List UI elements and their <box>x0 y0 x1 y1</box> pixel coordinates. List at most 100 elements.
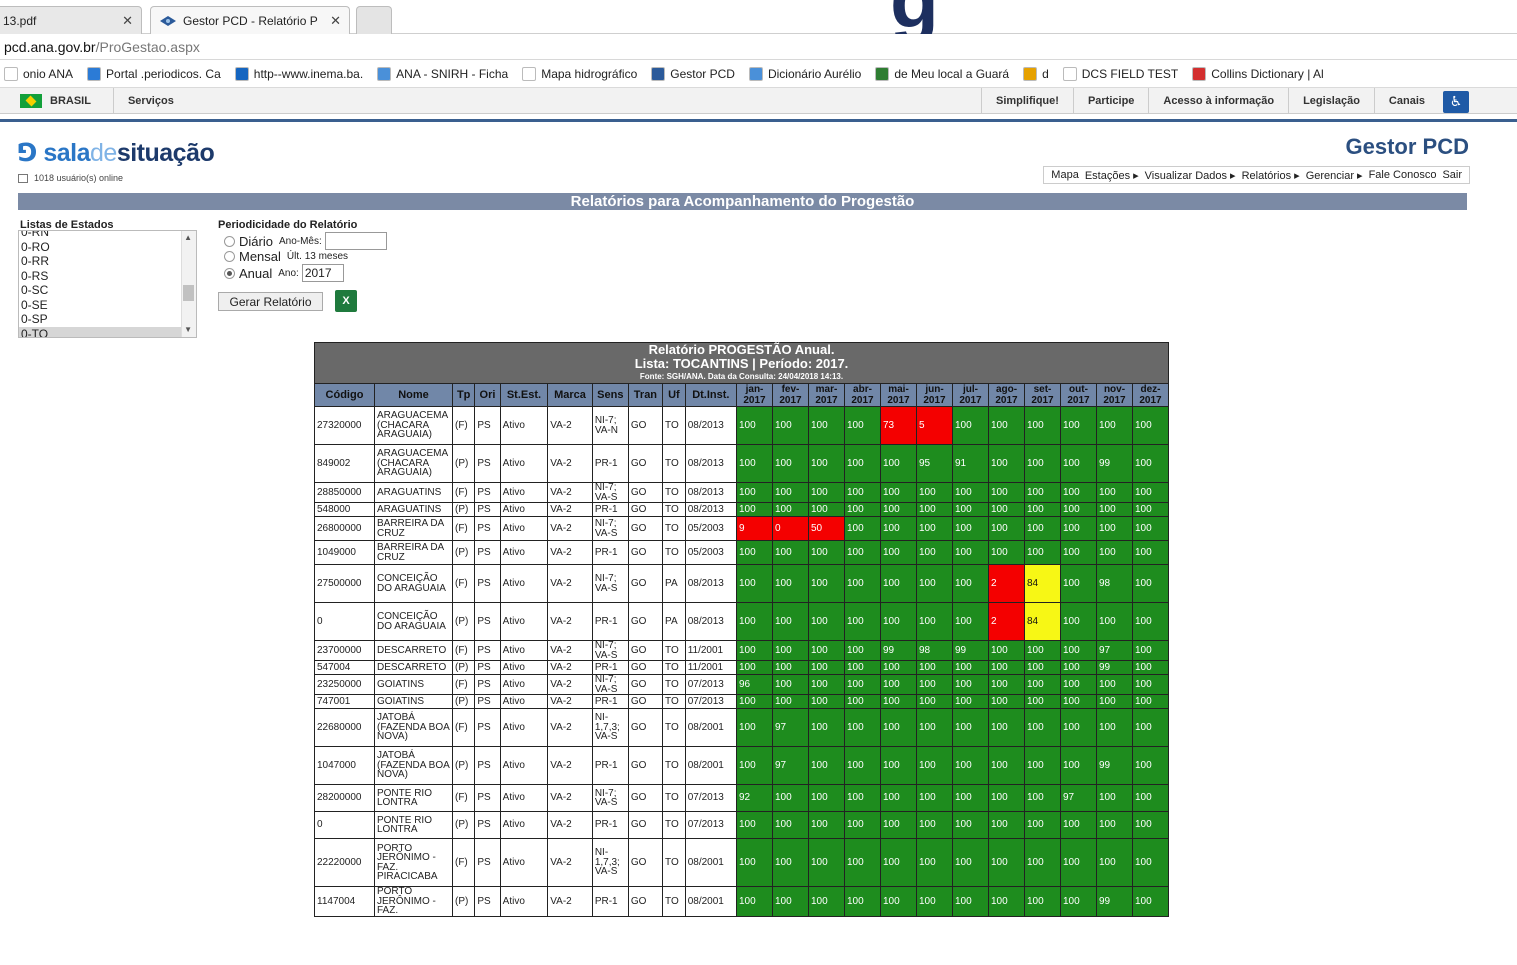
cell-month-value: 100 <box>844 674 881 695</box>
close-icon[interactable]: ✕ <box>122 13 133 29</box>
table-row[interactable]: 0 CONCEIÇÃO DO ARAGUAIA (P) PS Ativo VA-2 PR-1… <box>314 602 1169 641</box>
bookmark-item[interactable]: Portal .periodicos. Ca <box>87 66 221 81</box>
table-row[interactable]: 547004 DESCARRETO (P) PS Ativo VA-2 PR-1 GO TO 11… <box>314 660 1169 675</box>
radio-mensal-label: Mensal <box>239 249 281 264</box>
bookmark-item[interactable]: Mapa hidrográfico <box>522 66 637 81</box>
new-tab-button[interactable] <box>356 6 392 34</box>
menu-item-estacoes[interactable]: Estações ▸ <box>1085 169 1139 182</box>
radio-anual[interactable] <box>224 267 235 279</box>
menu-item-mapa[interactable]: Mapa <box>1051 169 1079 181</box>
cell-dt: 05/2003 <box>684 516 738 541</box>
cell-nome: JATOBÁ (FAZENDA BOA NOVA) <box>373 746 453 785</box>
cell-month-value: 100 <box>844 886 881 917</box>
table-row[interactable]: 0 PONTE RIO LONTRA (P) PS Ativo VA-2 PR-1 GO TO 0… <box>314 811 1169 839</box>
radio-mensal[interactable] <box>224 251 235 262</box>
table-row[interactable]: 22680000 JATOBÁ (FAZENDA BOA NOVA) (F) PS At… <box>314 708 1169 747</box>
scrollbar-thumb[interactable] <box>183 285 194 301</box>
cell-month-value: 84 <box>1024 564 1061 603</box>
list-item[interactable]: 0-RN <box>19 231 196 240</box>
cell-sens: PR-1 <box>591 540 629 565</box>
list-item[interactable]: 0-RS <box>19 269 196 284</box>
browser-tab-gestor[interactable]: Gestor PCD - Relatório P ✕ <box>150 6 350 34</box>
wave-icon: ⅁ <box>18 139 44 167</box>
chevron-down-icon[interactable]: ▼ <box>184 325 192 334</box>
cell-month-value: 100 <box>916 540 953 565</box>
cell-nome: CONCEIÇÃO DO ARAGUAIA <box>373 564 453 603</box>
states-listbox[interactable]: 0-RN 0-RO 0-RR 0-RS 0-SC 0-SE 0-SP 0-TO … <box>18 230 197 338</box>
cell-tran: GO <box>627 516 664 541</box>
menu-item-visualizar[interactable]: Visualizar Dados ▸ <box>1145 169 1236 182</box>
bookmark-item[interactable]: Dicionário Aurélio <box>748 66 861 81</box>
list-item[interactable]: 0-SP <box>19 312 196 327</box>
bookmark-item[interactable]: Collins Dictionary | Al <box>1192 66 1324 81</box>
gov-link-legislacao[interactable]: Legislação <box>1288 87 1374 114</box>
chevron-up-icon[interactable]: ▲ <box>184 233 192 242</box>
cell-month-value: 100 <box>736 694 773 709</box>
browser-tab-pdf[interactable]: 13.pdf ✕ <box>0 6 142 34</box>
close-icon[interactable]: ✕ <box>330 13 341 29</box>
menu-item-gerenciar[interactable]: Gerenciar ▸ <box>1306 169 1363 182</box>
table-row[interactable]: 1047000 JATOBÁ (FAZENDA BOA NOVA) (P) PS Ati… <box>314 746 1169 785</box>
brasil-link[interactable]: BRASIL <box>50 87 114 114</box>
cell-uf: TO <box>662 660 686 675</box>
bookmark-item[interactable]: d <box>1023 66 1049 81</box>
report-title: Relatório PROGESTÃO Anual. <box>648 342 835 357</box>
table-row[interactable]: 548000 ARAGUATINS (P) PS Ativo VA-2 PR-1 GO TO 08… <box>314 502 1169 517</box>
list-item-selected[interactable]: 0-TO <box>19 326 196 337</box>
cell-month-value: 0 <box>772 516 809 541</box>
table-row[interactable]: 23700000 DESCARRETO (F) PS Ativo VA-2 NI-7; VA… <box>314 640 1169 661</box>
gov-links: Simplifique! Participe Acesso à informaç… <box>980 87 1439 114</box>
list-item[interactable]: 0-RO <box>19 240 196 255</box>
gov-link-acesso[interactable]: Acesso à informação <box>1148 87 1288 114</box>
table-row[interactable]: 27500000 CONCEIÇÃO DO ARAGUAIA (F) PS Ativo V… <box>314 564 1169 603</box>
menu-item-relatorios[interactable]: Relatórios ▸ <box>1242 169 1300 182</box>
table-row[interactable]: 747001 GOIATINS (P) PS Ativo VA-2 PR-1 GO TO 07/2… <box>314 694 1169 709</box>
radio-diario[interactable] <box>224 235 235 247</box>
servicos-link[interactable]: Serviços <box>128 95 174 107</box>
list-item[interactable]: 0-SE <box>19 298 196 313</box>
cell-month-value: 99 <box>952 640 989 661</box>
address-bar[interactable]: pcd.ana.gov.br/ProGestao.aspx <box>0 34 1517 60</box>
ano-input[interactable]: 2017 <box>301 264 344 282</box>
table-row[interactable]: 23250000 GOIATINS (F) PS Ativo VA-2 NI-7; VA-S… <box>314 674 1169 695</box>
cell-month-value: 100 <box>916 482 953 503</box>
cell-ori: PS <box>474 406 501 445</box>
bookmark-item[interactable]: Gestor PCD <box>651 66 735 81</box>
menu-item-sair[interactable]: Sair <box>1442 169 1462 181</box>
table-row[interactable]: 28850000 ARAGUATINS (F) PS Ativo VA-2 NI-7; VA… <box>314 482 1169 503</box>
gov-link-participe[interactable]: Participe <box>1072 87 1148 114</box>
bookmark-item[interactable]: DCS FIELD TEST <box>1062 66 1178 81</box>
gov-link-canais[interactable]: Canais <box>1373 87 1439 114</box>
list-item[interactable]: 0-SC <box>19 283 196 298</box>
excel-export-icon[interactable]: X <box>335 290 357 312</box>
sala-de-situacao-logo[interactable]: ⅁ saladesituação <box>18 138 215 168</box>
table-row[interactable]: 22220000 PORTO JERÔNIMO - FAZ. PIRACICABA… <box>314 838 1169 887</box>
table-row[interactable]: 1147004 PORTO JERÔNIMO - FAZ. (P) PS Ativo VA… <box>314 886 1169 917</box>
bookmark-item[interactable]: http--www.inema.ba. <box>234 66 363 81</box>
gerar-relatorio-button[interactable]: Gerar Relatório <box>218 292 323 311</box>
cell-marca: VA-2 <box>547 482 593 503</box>
cell-uf: PA <box>662 602 686 641</box>
table-row[interactable]: 1049000 BARREIRA DA CRUZ (P) PS Ativo VA-2 PR-… <box>314 540 1169 565</box>
cell-month-value: 100 <box>1132 444 1169 483</box>
cell-codigo: 23700000 <box>314 640 375 661</box>
table-row[interactable]: 849002 ARAGUACEMA (CHACARA ARAGUAIA) (P) PS… <box>314 444 1169 483</box>
cell-month-value: 100 <box>736 602 773 641</box>
bookmark-item[interactable]: de Meu local a Guará <box>875 66 1009 81</box>
accessibility-icon[interactable]: ♿ <box>1443 90 1469 113</box>
bookmark-item[interactable]: ANA - SNIRH - Ficha <box>377 66 508 81</box>
table-row[interactable]: 26800000 BARREIRA DA CRUZ (F) PS Ativo VA-2 NI… <box>314 516 1169 541</box>
table-row[interactable]: 27320000 ARAGUACEMA (CHACARA ARAGUAIA) (F)… <box>314 406 1169 445</box>
table-row[interactable]: 28200000 PONTE RIO LONTRA (F) PS Ativo VA-2 NI… <box>314 784 1169 812</box>
menu-item-fale-conosco[interactable]: Fale Conosco <box>1369 169 1437 181</box>
cell-uf: TO <box>662 708 686 747</box>
bookmark-item[interactable]: onio ANA <box>4 66 73 81</box>
gov-link-simplifique[interactable]: Simplifique! <box>980 87 1073 114</box>
main-menu: Mapa Estações ▸ Visualizar Dados ▸ Relat… <box>1043 166 1470 184</box>
list-item[interactable]: 0-RR <box>19 254 196 269</box>
ano-mes-input[interactable] <box>324 232 387 250</box>
cell-ori: PS <box>474 640 501 661</box>
cell-month-value: 100 <box>1096 602 1133 641</box>
cell-month-value: 100 <box>880 660 917 675</box>
scrollbar[interactable]: ▲ ▼ <box>181 231 196 337</box>
